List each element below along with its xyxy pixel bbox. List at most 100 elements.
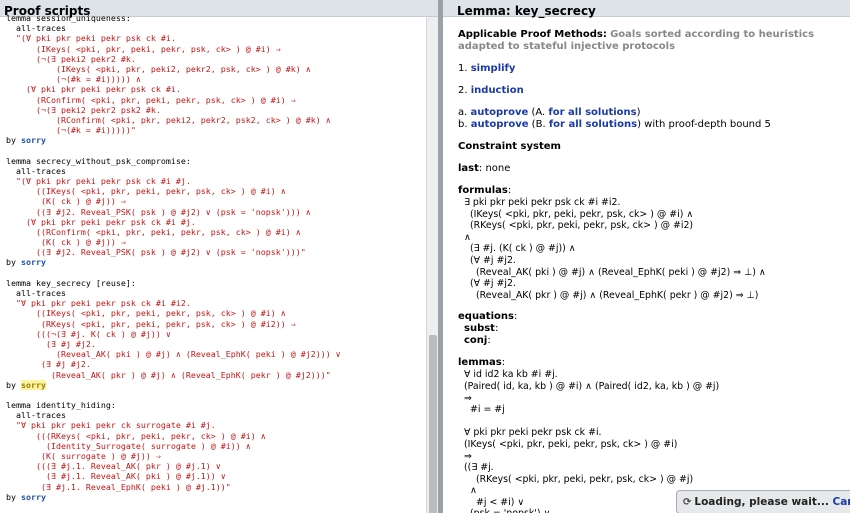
code-text: all-traces	[6, 165, 66, 176]
sorry-link[interactable]: sorry	[21, 492, 46, 502]
code-text: (∀ pki pkr peki pekr psk ck #i.	[6, 84, 181, 95]
code-text: (IKeys( <pki, pkr, peki2, pekr2, psk, ck…	[6, 63, 311, 74]
code-line: (∃ #j.1. Reveal_AK( pki ) @ #j.1)) ∨	[6, 471, 424, 481]
code-text: by	[6, 379, 21, 390]
conj-label: conj	[464, 335, 488, 347]
code-text: (((RKeys( <pki, pkr, peki, pekr, ck> ) @…	[6, 430, 266, 441]
code-line: (((∃ #j.1. Reveal_AK( pkr ) @ #j.1) ∨	[6, 461, 424, 471]
code-line: (∀ pki pkr peki pekr psk ck #i.	[6, 84, 424, 94]
methods-heading: Applicable Proof Methods: Goals sorted a…	[458, 29, 846, 53]
code-text: (RConfirm( <pki, pkr, peki, pekr, psk, c…	[6, 94, 296, 105]
proof-scripts-scrollbar[interactable]	[426, 17, 438, 513]
code-text: all-traces	[6, 288, 66, 299]
code-text: ((∃ #j2. Reveal_PSK( psk ) @ #j2) ∨ (psk…	[6, 206, 311, 217]
code-text: (∃ #j.1. Reveal_EphK( peki ) @ #j.1))"	[6, 481, 231, 492]
lemma-line: ⇒	[464, 450, 472, 462]
formula-line: (Reveal_AK( pki ) @ #j) ∧ (Reveal_EphK( …	[476, 266, 766, 278]
code-line: (∃ #j #j2.	[6, 339, 424, 349]
code-text: (RConfirm( <pki, pkr, peki2, pekr2, psk2…	[6, 114, 331, 125]
code-line: (¬(#k = #i))))) ∧	[6, 74, 424, 84]
autoprove-a-all-link[interactable]: for all solutions	[548, 107, 636, 118]
method-2-number: 2.	[458, 85, 468, 96]
code-line: all-traces	[6, 166, 424, 176]
code-text: "(∀ pki pkr peki pekr psk ck #i #j.	[6, 175, 191, 186]
code-line: (IKeys( <pki, pkr, peki, pekr, psk, ck> …	[6, 44, 424, 54]
code-text: lemma session_uniqueness:	[6, 13, 131, 23]
autoprove-b-paren: (B.	[528, 119, 549, 130]
code-text: all-traces	[6, 23, 66, 34]
code-line: (¬(#k = #i)))))"	[6, 125, 424, 135]
sorry-link[interactable]: sorry	[21, 379, 46, 390]
formula-line: (Reveal_AK( pkr ) @ #j) ∧ (Reveal_EphK( …	[476, 289, 759, 301]
lemma-title: Lemma: key_secrecy	[457, 4, 596, 18]
code-text: ((RConfirm( <pki, pkr, peki, pekr, psk, …	[6, 226, 301, 237]
formulas-list: ∃ pki pkr peki pekr psk ck #i #i2. (IKeys…	[458, 197, 846, 301]
code-line: (¬(∃ peki2 pekr2 #k.	[6, 54, 424, 64]
formula-line: (IKeys( <pki, pkr, peki, pekr, psk, ck> …	[470, 208, 694, 220]
autoprove-b: b. autoprove (B. for all solutions) with…	[458, 119, 846, 131]
lemma-line: ((∃ #j.	[464, 462, 494, 474]
code-line: lemma key_secrecy [reuse]:	[6, 278, 424, 288]
proof-scripts-panel: Proof scripts lemma session_uniqueness: …	[0, 0, 438, 513]
code-line: "∀ pki pkr peki pekr psk ck #i #i2.	[6, 298, 424, 308]
loading-toast: ⟳Loading, please wait... Cancel	[676, 490, 850, 513]
cancel-link[interactable]: Cancel	[833, 496, 850, 508]
code-text: lemma secrecy_without_psk_compromise:	[6, 155, 191, 166]
code-line: "∀ pki pkr peki pekr ck surrogate #i #j.	[6, 420, 424, 430]
methods-label: Applicable Proof Methods:	[458, 29, 607, 40]
scrollbar-thumb[interactable]	[429, 335, 437, 513]
method-1-number: 1.	[458, 63, 468, 74]
code-line: by sorry	[6, 492, 424, 502]
code-text: lemma identity_hiding:	[6, 400, 116, 411]
method-simplify: 1. simplify	[458, 63, 846, 75]
autoprove-a: a. autoprove (A. for all solutions)	[458, 107, 846, 119]
lemma-line: (IKeys( <pki, pkr, peki, pekr, psk, ck> …	[464, 438, 678, 450]
code-line: all-traces	[6, 288, 424, 298]
code-text: "(∀ pki pkr peki pekr psk ck #i.	[6, 33, 176, 44]
code-line: (RConfirm( <pki, pkr, peki, pekr, psk, c…	[6, 95, 424, 105]
autoprove-a-prefix: a.	[458, 107, 468, 118]
lemma-line: (Paired( id, ka, kb ) @ #i) ∧ (Paired( i…	[464, 380, 720, 392]
autoprove-a-link[interactable]: autoprove	[471, 107, 529, 118]
last-label: last	[458, 163, 479, 174]
sorry-link[interactable]: sorry	[21, 257, 46, 267]
autoprove-a-paren: (A.	[528, 107, 549, 118]
code-text: (((¬(∃ #j. K( ck ) @ #j)) ∨	[6, 328, 171, 339]
loading-text: Loading, please wait...	[694, 496, 829, 508]
code-line: (IKeys( <pki, pkr, peki2, pekr2, psk, ck…	[6, 64, 424, 74]
constraint-system-heading: Constraint system	[458, 141, 561, 152]
code-text: (K( ck ) @ #j)) ⇒	[6, 196, 126, 207]
code-line: by sorry	[6, 257, 424, 267]
sorry-link[interactable]: sorry	[21, 135, 46, 145]
code-text: (((∃ #j.1. Reveal_AK( pkr ) @ #j.1) ∨	[6, 461, 221, 472]
lemma-line	[458, 416, 846, 428]
proof-script-code: lemma session_uniqueness: all-traces "(∀…	[6, 13, 424, 513]
code-text: (∀ pki pkr peki pekr psk ck #i #j.	[6, 216, 196, 227]
code-line: all-traces	[6, 23, 424, 33]
code-text: (RKeys( <pki, pkr, peki, pekr, psk, ck> …	[6, 318, 296, 329]
induction-link[interactable]: induction	[471, 85, 524, 96]
lemma-header: Lemma: key_secrecy	[443, 0, 850, 18]
formulas-block: formulas: ∃ pki pkr peki pekr psk ck #i …	[458, 185, 846, 301]
code-text: (∃ #j #j2.	[6, 338, 96, 349]
lemma-line: #i = #j	[470, 404, 505, 416]
autoprove-a-close: )	[636, 107, 641, 118]
code-text: (Reveal_AK( pki ) @ #j) ∧ (Reveal_EphK( …	[6, 349, 341, 360]
autoprove-b-link[interactable]: autoprove	[471, 119, 529, 130]
code-line: ((∃ #j2. Reveal_PSK( psk ) @ #j2) ∨ (psk…	[6, 207, 424, 217]
autoprove-b-all-link[interactable]: for all solutions	[549, 119, 637, 130]
code-line: (K( surrogate ) @ #j)) ⇒	[6, 451, 424, 461]
code-line: (Identity_Surrogate( surrogate ) @ #i)) …	[6, 441, 424, 451]
refresh-icon: ⟳	[683, 497, 692, 508]
code-line: (∃ #j #j2.	[6, 359, 424, 369]
lemma-line: ∀ id id2 ka kb #i #j.	[464, 369, 558, 381]
code-line: (K( ck ) @ #j)) ⇒	[6, 196, 424, 206]
simplify-link[interactable]: simplify	[471, 63, 516, 74]
code-line: ((IKeys( <pki, pkr, peki, pekr, psk, ck>…	[6, 186, 424, 196]
code-text: by	[6, 491, 21, 502]
lemma-body: Applicable Proof Methods: Goals sorted a…	[458, 29, 846, 513]
code-line: by sorry	[6, 379, 424, 390]
